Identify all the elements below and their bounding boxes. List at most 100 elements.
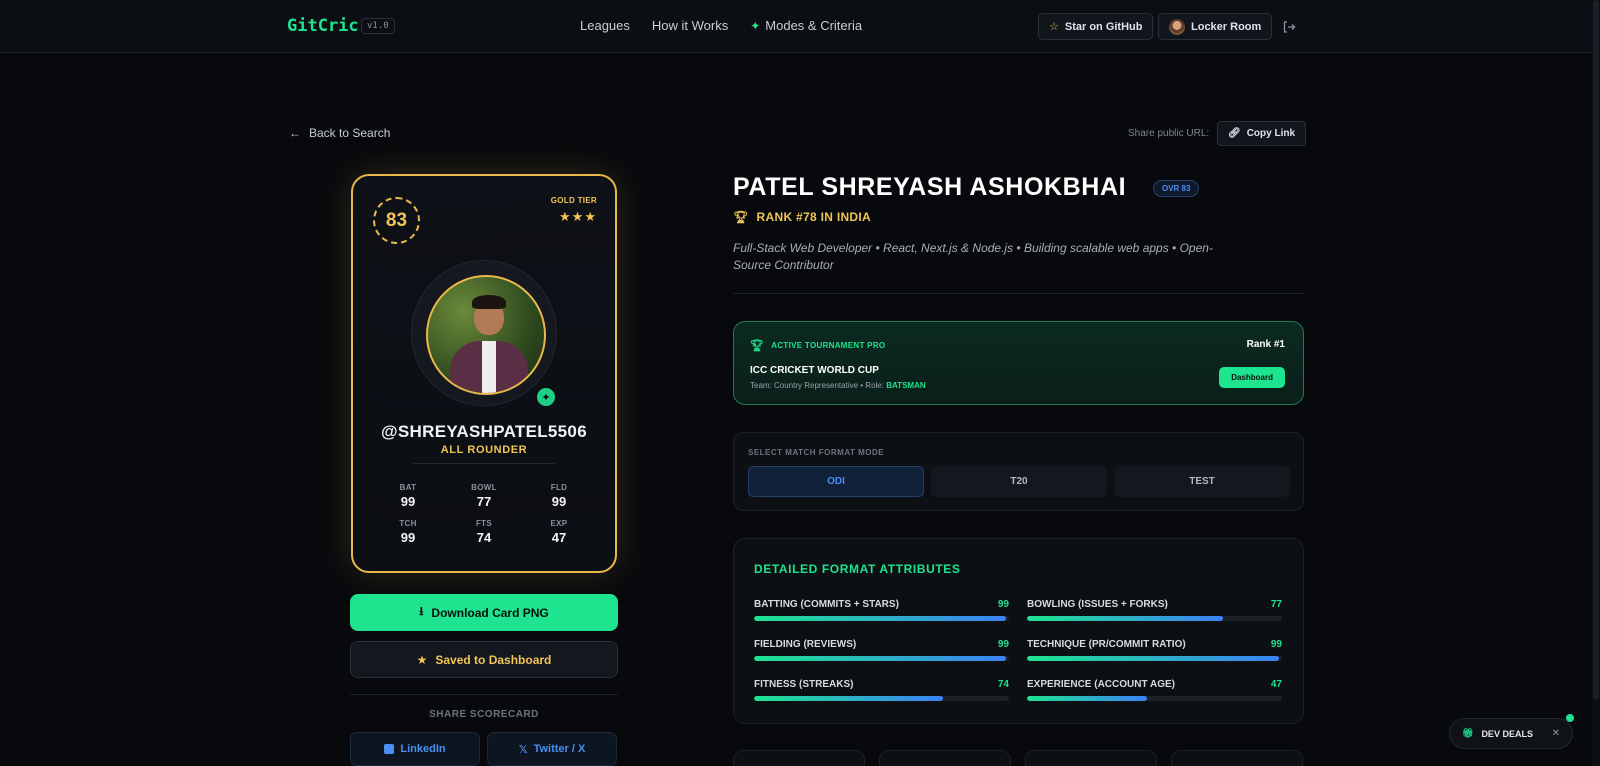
scrollbar-track[interactable] <box>1592 0 1600 766</box>
divider <box>350 694 618 695</box>
star-icon: ☆ <box>1049 21 1059 33</box>
stat-value: 99 <box>400 530 416 545</box>
attribute-label: TECHNIQUE (PR/COMMIT RATIO) <box>1027 639 1186 650</box>
tournament-role: BATSMAN <box>886 381 926 390</box>
attribute-batting: BATTING (COMMITS + STARS) 99 <box>754 599 1009 621</box>
app-logo[interactable]: GitCric <box>287 16 359 36</box>
close-icon[interactable]: ✕ <box>1552 728 1560 739</box>
attribute-value: 74 <box>997 679 1009 690</box>
stat-tile <box>879 750 1011 766</box>
attribute-fielding: FIELDING (REVIEWS) 99 <box>754 639 1009 661</box>
copy-link-label: Copy Link <box>1246 128 1296 139</box>
player-handle: @SHREYASHPATEL5506 <box>381 422 587 441</box>
stat-label: TCH <box>399 519 417 528</box>
stat-label: FTS <box>475 519 492 528</box>
player-bio: Full-Stack Web Developer • React, Next.j… <box>733 241 1213 272</box>
attribute-bar-fill <box>754 616 1007 621</box>
x-logo-icon: 𝕏 <box>518 743 528 756</box>
player-role: ALL ROUNDER <box>440 444 528 456</box>
attribute-bar <box>754 616 1009 621</box>
copy-link-button[interactable]: 🔗︎ Copy Link <box>1217 121 1307 146</box>
attribute-bar-fill <box>754 656 1007 661</box>
version-badge: v1.0 <box>361 18 395 34</box>
sparkle-icon: ✦ <box>750 18 761 33</box>
format-tab-t20[interactable]: T20 <box>931 466 1107 497</box>
nav-link-modes-label: Modes & Criteria <box>765 18 863 33</box>
attribute-bar-fill <box>1027 656 1280 661</box>
player-card: 83 GOLD TIER ★★★ ✦ @SHREYASHPATEL5506 AL… <box>351 174 617 573</box>
stat-value: 99 <box>400 494 416 509</box>
stat-value: 47 <box>551 530 567 545</box>
linkedin-label: LinkedIn <box>400 743 446 755</box>
divider <box>733 293 1304 294</box>
tournament-rank: Rank #1 <box>1246 339 1285 350</box>
stat-bowl: BOWL 77 <box>454 483 514 509</box>
stat-label: EXP <box>550 519 568 528</box>
nav-link-modes[interactable]: ✦ Modes & Criteria <box>750 18 862 33</box>
stat-tile <box>1025 750 1157 766</box>
stat-label: FLD <box>550 483 568 492</box>
attribute-label: FITNESS (STREAKS) <box>754 679 854 690</box>
format-label: SELECT MATCH FORMAT MODE <box>748 448 885 457</box>
attribute-label: EXPERIENCE (ACCOUNT AGE) <box>1027 679 1175 690</box>
attribute-fitness: FITNESS (STREAKS) 74 <box>754 679 1009 701</box>
attribute-technique: TECHNIQUE (PR/COMMIT RATIO) 99 <box>1027 639 1282 661</box>
tier-label: GOLD TIER <box>550 196 597 205</box>
trophy-icon: 🏆︎ <box>750 340 765 352</box>
stat-value: 99 <box>551 494 567 509</box>
linkedin-icon <box>384 744 395 754</box>
nav-links: Leagues How it Works ✦ Modes & Criteria <box>580 18 862 33</box>
verified-badge-icon: ✦ <box>535 386 557 408</box>
tournament-meta: Team: Country Representative • Role: BAT… <box>750 381 926 390</box>
attributes-title: DETAILED FORMAT ATTRIBUTES <box>754 562 961 576</box>
saved-to-dashboard-button[interactable]: ★ Saved to Dashboard <box>350 641 618 678</box>
nav-link-leagues[interactable]: Leagues <box>580 18 630 33</box>
link-icon: 🔗︎ <box>1228 128 1241 139</box>
card-divider <box>413 463 555 464</box>
share-linkedin-button[interactable]: LinkedIn <box>350 732 480 766</box>
stat-tch: TCH 99 <box>378 519 438 545</box>
locker-room-label: Locker Room <box>1191 20 1262 33</box>
tournament-dashboard-button[interactable]: Dashboard <box>1219 367 1285 388</box>
back-to-search-link[interactable]: ← Back to Search <box>289 126 390 140</box>
back-to-search-label: Back to Search <box>309 126 391 140</box>
attribute-bar-fill <box>754 696 943 701</box>
share-twitter-button[interactable]: 𝕏 Twitter / X <box>487 732 617 766</box>
dev-deals-label: DEV DEALS <box>1481 728 1533 739</box>
attribute-bar <box>1027 616 1282 621</box>
stat-fts: FTS 74 <box>454 519 514 545</box>
rank-label: RANK #78 IN INDIA <box>756 210 872 224</box>
download-card-label: Download Card PNG <box>431 605 549 620</box>
star-on-github-button[interactable]: ☆ Star on GitHub <box>1038 13 1154 40</box>
format-tab-odi[interactable]: ODI <box>748 466 924 497</box>
scrollbar-thumb[interactable] <box>1593 0 1599 700</box>
match-format-selector: SELECT MATCH FORMAT MODE ODI T20 TEST <box>733 432 1304 511</box>
download-icon: ⭳ <box>419 604 424 618</box>
attribute-value: 99 <box>1270 639 1282 650</box>
attribute-label: BATTING (COMMITS + STARS) <box>754 599 899 610</box>
logout-icon[interactable] <box>1282 20 1296 34</box>
format-tab-test[interactable]: TEST <box>1114 466 1290 497</box>
attribute-bar-fill <box>1027 616 1224 621</box>
share-url-label: Share public URL: <box>1128 128 1210 139</box>
download-card-button[interactable]: ⭳ Download Card PNG <box>350 594 618 631</box>
stat-bat: BAT 99 <box>378 483 438 509</box>
stat-value: 74 <box>476 530 492 545</box>
format-attributes-panel: DETAILED FORMAT ATTRIBUTES BATTING (COMM… <box>733 538 1304 724</box>
locker-room-button[interactable]: Locker Room <box>1158 13 1273 40</box>
notification-dot <box>1566 714 1574 722</box>
dev-deals-widget[interactable]: 🎁︎ DEV DEALS ✕ <box>1449 718 1573 749</box>
stat-value: 77 <box>476 494 492 509</box>
arrow-left-icon: ← <box>289 126 301 140</box>
attribute-bar <box>754 656 1009 661</box>
attribute-label: FIELDING (REVIEWS) <box>754 639 857 650</box>
attribute-bar-fill <box>1027 696 1147 701</box>
nav-link-how-it-works[interactable]: How it Works <box>652 18 728 33</box>
ovr-badge: OVR 83 <box>1153 180 1200 197</box>
tournament-name: ICC CRICKET WORLD CUP <box>750 365 879 376</box>
twitter-label: Twitter / X <box>533 743 586 755</box>
attribute-experience: EXPERIENCE (ACCOUNT AGE) 47 <box>1027 679 1282 701</box>
stat-tile <box>1171 750 1303 766</box>
tier-stars-icon: ★★★ <box>559 209 597 224</box>
gift-icon: 🎁︎ <box>1462 728 1474 738</box>
